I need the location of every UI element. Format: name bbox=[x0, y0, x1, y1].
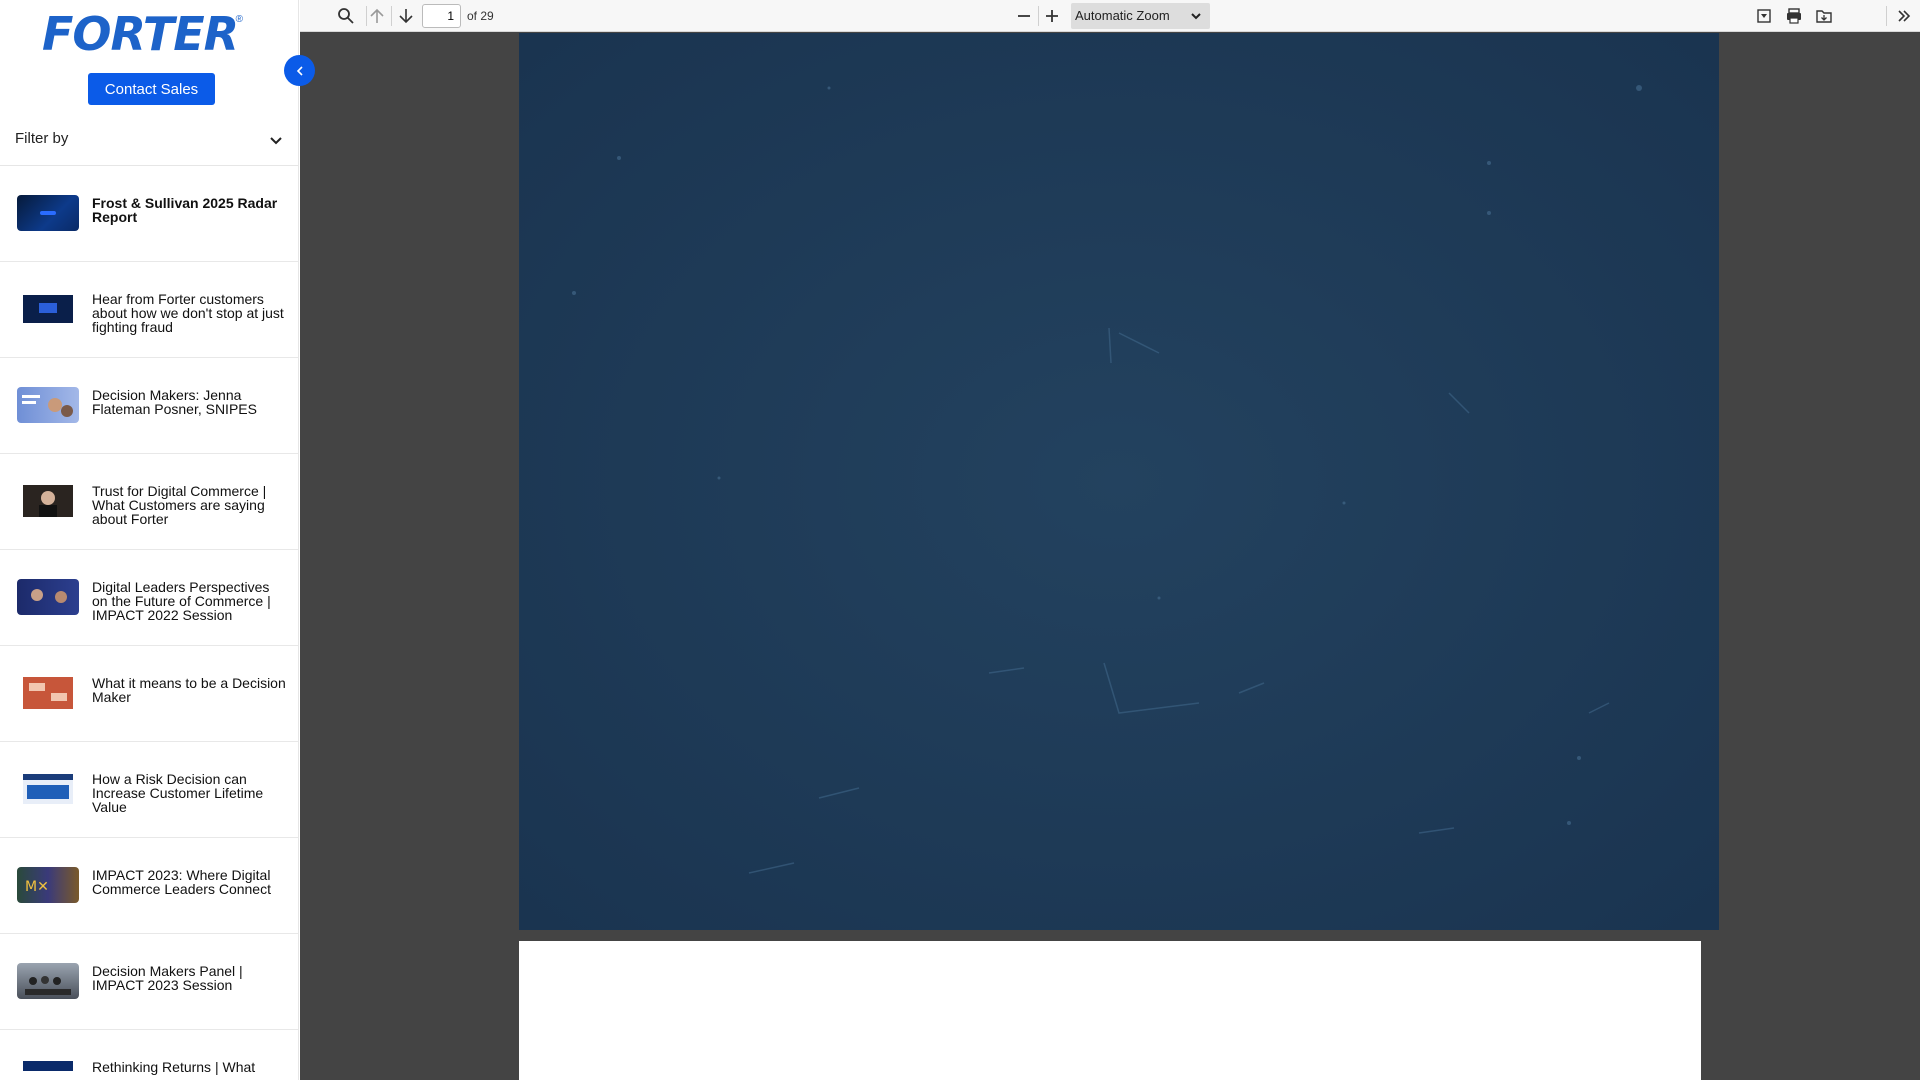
list-item-title: Decision Makers Panel | IMPACT 2023 Sess… bbox=[92, 963, 243, 993]
page-texture bbox=[519, 33, 1719, 930]
thumbnail bbox=[17, 771, 79, 807]
toolbar-divider bbox=[391, 6, 392, 26]
thumbnail bbox=[17, 483, 79, 519]
thumbnail bbox=[17, 1059, 79, 1080]
list-item-title: What it means to be a Decision Maker bbox=[92, 675, 286, 705]
resource-list: Frost & Sullivan 2025 Radar Report Hear … bbox=[0, 166, 298, 1080]
pdf-viewer: of 29 Automatic Zoom bbox=[300, 0, 1920, 1080]
list-item[interactable]: How a Risk Decision can Increase Custome… bbox=[0, 742, 298, 838]
list-item-title: Trust for Digital Commerce | What Custom… bbox=[92, 483, 267, 527]
list-item[interactable]: Digital Leaders Perspectives on the Futu… bbox=[0, 550, 298, 646]
chevron-down-icon bbox=[270, 137, 282, 145]
list-item-title: Frost & Sullivan 2025 Radar Report bbox=[92, 195, 278, 225]
thumbnail bbox=[17, 675, 79, 711]
zoom-in-icon[interactable] bbox=[1042, 6, 1062, 26]
svg-text:M✕: M✕ bbox=[25, 879, 49, 895]
toolbar-divider bbox=[1886, 6, 1887, 26]
chevron-down-icon bbox=[1191, 13, 1201, 20]
filter-dropdown[interactable]: Filter by bbox=[0, 118, 298, 166]
next-page-icon[interactable] bbox=[396, 6, 416, 26]
collapse-sidebar-button[interactable] bbox=[284, 55, 315, 86]
logo-wordmark: FORTER bbox=[42, 7, 239, 61]
list-item-title: Rethinking Returns | What bbox=[92, 1059, 256, 1075]
zoom-value: Automatic Zoom bbox=[1075, 8, 1170, 23]
search-icon[interactable] bbox=[336, 6, 356, 26]
list-item[interactable]: Decision Makers: Jenna Flateman Posner, … bbox=[0, 358, 298, 454]
page-number-input[interactable] bbox=[422, 4, 461, 28]
toolbar-divider bbox=[1038, 6, 1039, 26]
list-item[interactable]: Decision Makers Panel | IMPACT 2023 Sess… bbox=[0, 934, 298, 1030]
print-icon[interactable] bbox=[1784, 6, 1804, 26]
list-item[interactable]: Hear from Forter customers about how we … bbox=[0, 262, 298, 358]
zoom-out-icon[interactable] bbox=[1014, 6, 1034, 26]
list-item-title: Hear from Forter customers about how we … bbox=[92, 291, 284, 335]
tools-menu-icon[interactable] bbox=[1894, 6, 1914, 26]
pdf-toolbar: of 29 Automatic Zoom bbox=[300, 0, 1920, 32]
thumbnail bbox=[17, 963, 79, 999]
list-item[interactable]: Rethinking Returns | What bbox=[0, 1030, 298, 1080]
pdf-page bbox=[519, 941, 1701, 1080]
list-item[interactable]: What it means to be a Decision Maker bbox=[0, 646, 298, 742]
registered-mark: ® bbox=[235, 14, 243, 25]
list-item-title: Digital Leaders Perspectives on the Futu… bbox=[92, 579, 271, 623]
zoom-select[interactable]: Automatic Zoom bbox=[1071, 3, 1210, 29]
thumbnail bbox=[17, 195, 79, 231]
forter-logo[interactable]: FORTER ® bbox=[42, 11, 247, 57]
list-item[interactable]: Frost & Sullivan 2025 Radar Report bbox=[0, 166, 298, 262]
thumbnail bbox=[17, 579, 79, 615]
page-count: of 29 bbox=[467, 9, 494, 23]
thumbnail: M✕ bbox=[17, 867, 79, 903]
pdf-page bbox=[519, 33, 1719, 930]
chevron-left-icon bbox=[296, 65, 303, 76]
save-icon[interactable] bbox=[1814, 6, 1834, 26]
contact-sales-button[interactable]: Contact Sales bbox=[88, 73, 215, 105]
thumbnail bbox=[17, 387, 79, 423]
list-item[interactable]: M✕ IMPACT 2023: Where Digital Commerce L… bbox=[0, 838, 298, 934]
list-item-title: How a Risk Decision can Increase Custome… bbox=[92, 771, 264, 815]
list-item-title: Decision Makers: Jenna Flateman Posner, … bbox=[92, 387, 257, 417]
sidebar: FORTER ® Contact Sales Filter by Frost &… bbox=[0, 0, 299, 1080]
filter-label: Filter by bbox=[15, 130, 69, 147]
thumbnail bbox=[17, 291, 79, 327]
previous-page-icon[interactable] bbox=[367, 6, 387, 26]
list-item[interactable]: Trust for Digital Commerce | What Custom… bbox=[0, 454, 298, 550]
presentation-mode-icon[interactable] bbox=[1754, 6, 1774, 26]
list-item-title: IMPACT 2023: Where Digital Commerce Lead… bbox=[92, 867, 271, 897]
